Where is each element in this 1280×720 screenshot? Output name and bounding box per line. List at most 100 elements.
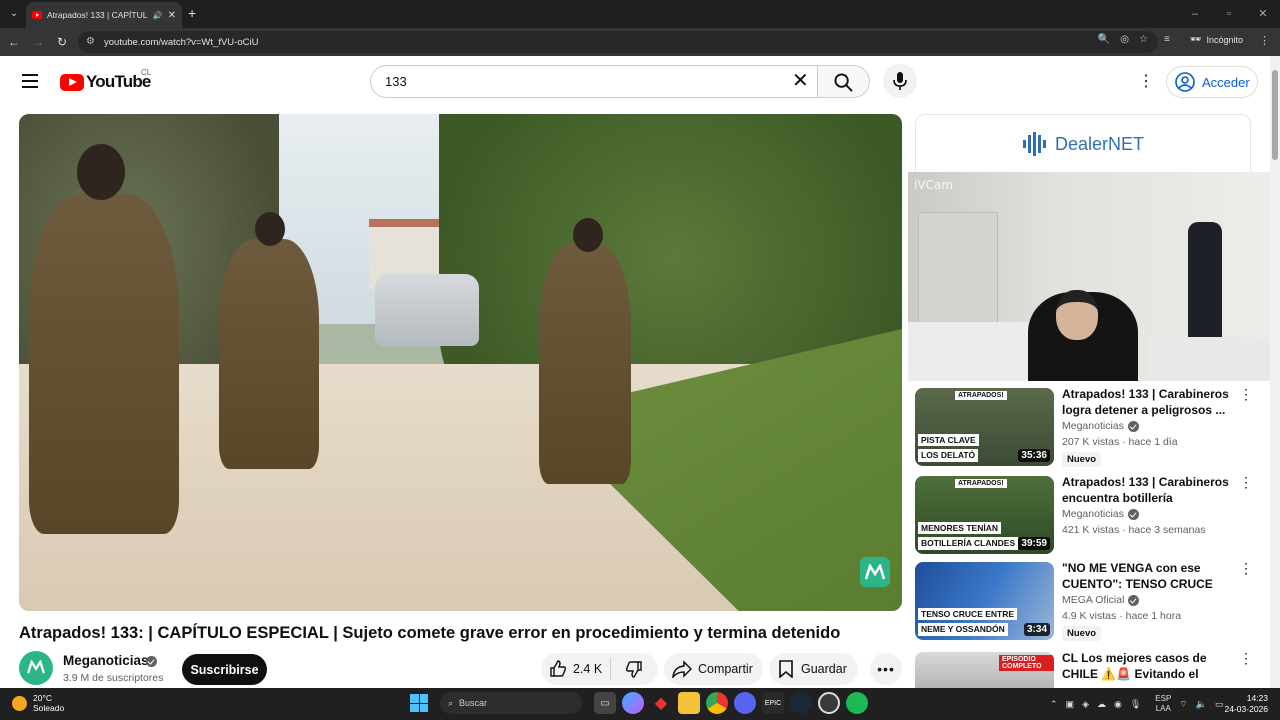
bookmark-star-icon[interactable]: ☆ xyxy=(1139,34,1148,45)
wifi-icon[interactable]: ⌔ xyxy=(1179,699,1187,710)
minimize-icon[interactable]: – xyxy=(1178,0,1212,28)
recommendation-item[interactable]: TENSO CRUCE ENTRE NEME Y OSSANDÓN 3:34 "… xyxy=(915,560,1270,646)
zoom-icon[interactable]: 🔍 xyxy=(1098,34,1110,45)
close-window-icon[interactable]: ✕ xyxy=(1246,0,1280,28)
officer-head xyxy=(255,212,285,246)
obs-icon[interactable] xyxy=(818,692,840,714)
windows-start-icon[interactable] xyxy=(410,694,428,712)
ad-card[interactable]: DealerNET xyxy=(915,114,1251,176)
chrome-icon[interactable] xyxy=(706,692,728,714)
microphone-icon[interactable]: 🎙 xyxy=(1130,699,1141,710)
ad-brand-text: DealerNET xyxy=(1055,133,1145,154)
microphone-icon xyxy=(893,72,907,90)
channel-label: Meganoticias xyxy=(1062,508,1124,520)
officer-figure xyxy=(219,239,319,469)
video-thumbnail[interactable]: TENSO CRUCE ENTRE NEME Y OSSANDÓN 3:34 xyxy=(915,562,1054,640)
hamburger-menu-icon[interactable] xyxy=(22,74,38,88)
channel-watermark[interactable] xyxy=(860,557,890,587)
subscribe-button[interactable]: Suscribirse xyxy=(182,654,267,685)
webcam-overlay: iVCam xyxy=(908,172,1280,381)
site-info-icon[interactable]: ⚙ xyxy=(86,36,95,47)
recommendation-menu-icon[interactable]: ⋮ xyxy=(1239,474,1253,491)
recommendation-title[interactable]: Atrapados! 133 | Carabineros logra deten… xyxy=(1062,386,1232,418)
file-explorer-icon[interactable] xyxy=(678,692,700,714)
weather-widget[interactable]: 20°C Soleado xyxy=(12,693,64,713)
share-button[interactable]: Compartir xyxy=(664,653,763,685)
thumbs-up-icon xyxy=(550,660,567,677)
tray-app-icon[interactable]: ◈ xyxy=(1082,699,1089,710)
speaker-icon[interactable]: 🔊 xyxy=(153,11,163,20)
volume-icon[interactable]: 🔈 xyxy=(1196,699,1207,710)
language-indicator[interactable]: ESP LAA xyxy=(1155,694,1171,714)
search-input[interactable]: 133 xyxy=(370,65,818,98)
address-bar[interactable]: ⚙ youtube.com/watch?v=Wt_fVU-oCiU 🔍 ◎ ☆ xyxy=(78,31,1158,53)
tray-app-icon[interactable]: ☁ xyxy=(1097,699,1106,710)
recommendation-meta: 421 K vistas · hace 3 semanas xyxy=(1062,524,1206,536)
task-view-icon[interactable]: ▭ xyxy=(594,692,616,714)
video-thumbnail[interactable]: EPISODIO COMPLETO xyxy=(915,652,1054,688)
recommendation-menu-icon[interactable]: ⋮ xyxy=(1239,650,1253,667)
settings-kebab-icon[interactable]: ⋮ xyxy=(1138,71,1154,91)
recommendation-title[interactable]: Atrapados! 133 | Carabineros encuentra b… xyxy=(1062,474,1232,506)
taskbar-search-label: Buscar xyxy=(459,698,488,708)
recommendation-menu-icon[interactable]: ⋮ xyxy=(1239,386,1253,403)
channel-name[interactable]: Meganoticias xyxy=(63,653,149,668)
tray-app-icon[interactable]: ◉ xyxy=(1114,699,1122,710)
recommendation-channel[interactable]: MEGA Oficial xyxy=(1062,594,1140,606)
signin-button[interactable]: Acceder xyxy=(1166,66,1258,98)
recommendation-channel[interactable]: Meganoticias xyxy=(1062,420,1139,432)
clear-search-icon[interactable]: ✕ xyxy=(792,70,809,92)
lang-code: ESP xyxy=(1155,694,1172,703)
maximize-icon[interactable]: ▫ xyxy=(1212,0,1246,28)
new-tab-icon[interactable]: + xyxy=(188,5,196,21)
recommendation-title[interactable]: "NO ME VENGA con ese CUENTO": TENSO CRUC… xyxy=(1062,560,1232,592)
save-button[interactable]: Guardar xyxy=(769,653,858,685)
dislike-button[interactable] xyxy=(611,660,657,678)
back-icon[interactable]: ← xyxy=(2,35,26,49)
recommendation-item[interactable]: ATRAPADOS! PISTA CLAVE LOS DELATÓ 35:36 … xyxy=(915,386,1270,472)
voice-search-button[interactable] xyxy=(883,64,917,98)
recommendation-item[interactable]: EPISODIO COMPLETO CL Los mejores casos d… xyxy=(915,650,1270,688)
signin-label: Acceder xyxy=(1202,74,1250,90)
search-button[interactable] xyxy=(818,65,870,98)
youtube-logo[interactable]: YouTube CL xyxy=(60,68,151,92)
page-scrollbar[interactable] xyxy=(1270,56,1280,688)
video-player[interactable] xyxy=(19,114,902,611)
recommendation-channel[interactable]: Meganoticias xyxy=(1062,508,1139,520)
incognito-indicator[interactable]: 🕶 Incógnito xyxy=(1190,34,1243,45)
account-icon xyxy=(1175,72,1195,92)
app-red-diamond-icon[interactable]: ◆ xyxy=(650,692,672,714)
video-thumbnail[interactable]: ATRAPADOS! PISTA CLAVE LOS DELATÓ 35:36 xyxy=(915,388,1054,466)
channel-avatar[interactable] xyxy=(19,651,53,685)
recommendation-menu-icon[interactable]: ⋮ xyxy=(1239,560,1253,577)
recommendation-item[interactable]: ATRAPADOS! MENORES TENÍAN BOTILLERÍA CLA… xyxy=(915,474,1270,560)
save-bookmark-icon xyxy=(779,660,793,678)
tray-app-icon[interactable]: ▣ xyxy=(1066,699,1075,710)
webcam-desk xyxy=(1148,337,1280,381)
browser-toolbar: ← → ↻ ⚙ youtube.com/watch?v=Wt_fVU-oCiU … xyxy=(0,28,1280,56)
tab-search-icon[interactable]: ⌄ xyxy=(6,6,22,22)
browser-tab[interactable]: Atrapados! 133 | CAPÍTULO 🔊 ✕ xyxy=(26,2,182,28)
forward-icon[interactable]: → xyxy=(26,35,50,49)
tab-list-icon[interactable]: ≡ xyxy=(1164,34,1170,45)
copilot-icon[interactable] xyxy=(622,692,644,714)
incognito-label: Incógnito xyxy=(1206,34,1243,45)
steam-icon[interactable] xyxy=(790,692,812,714)
thumbs-down-icon xyxy=(625,661,642,678)
taskbar-search[interactable]: ⌕ Buscar xyxy=(440,692,582,714)
tray-chevron-icon[interactable]: ⌃ xyxy=(1050,699,1058,710)
taskbar-clock[interactable]: 14:23 24-03-2026 xyxy=(1222,693,1268,715)
spotify-icon[interactable] xyxy=(846,692,868,714)
like-button[interactable]: 2.4 K xyxy=(541,658,611,680)
recommendation-title[interactable]: CL Los mejores casos de CHILE ⚠️🚨 Evitan… xyxy=(1062,650,1232,682)
browser-menu-icon[interactable]: ⋮ xyxy=(1259,34,1270,47)
eye-off-icon[interactable]: ◎ xyxy=(1120,34,1129,45)
reload-icon[interactable]: ↻ xyxy=(50,35,74,49)
video-thumbnail[interactable]: ATRAPADOS! MENORES TENÍAN BOTILLERÍA CLA… xyxy=(915,476,1054,554)
more-actions-button[interactable]: ••• xyxy=(870,653,902,685)
epic-games-icon[interactable]: EPIC xyxy=(762,692,784,714)
close-tab-icon[interactable]: ✕ xyxy=(168,10,176,21)
discord-icon[interactable] xyxy=(734,692,756,714)
youtube-header: YouTube CL 133 ✕ ⋮ Acceder xyxy=(0,56,1270,108)
scrollbar-thumb[interactable] xyxy=(1272,70,1278,160)
